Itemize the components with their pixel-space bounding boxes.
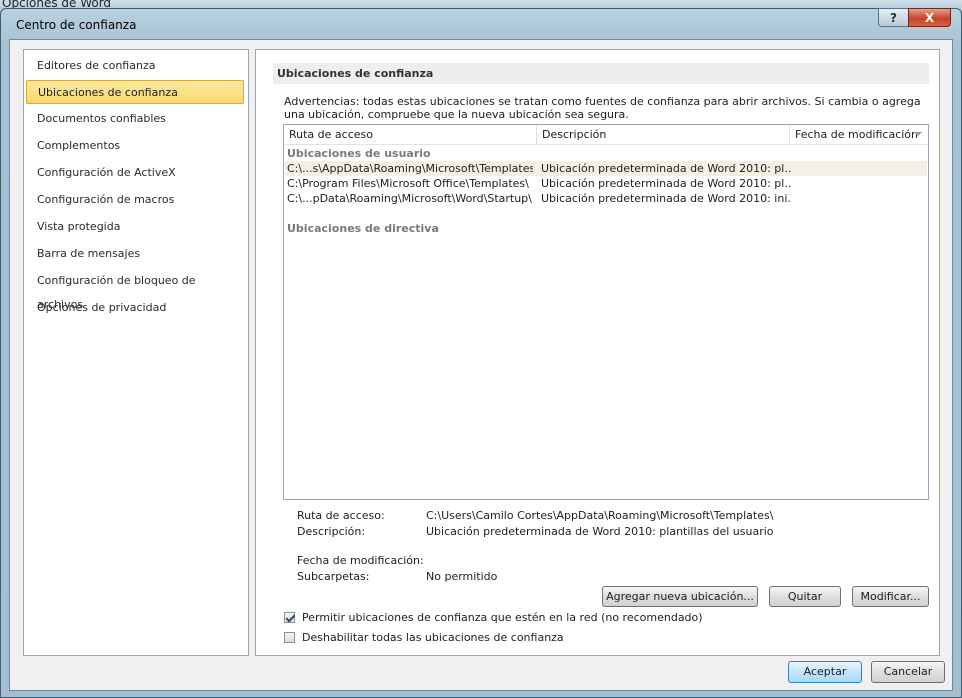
detail-subfolders-value: No permitido	[426, 570, 498, 583]
row-description: Ubicación predeterminada de Word 2010: p…	[541, 177, 791, 190]
nav-item-add-ins[interactable]: Complementos	[26, 134, 244, 158]
trusted-locations-panel: Ubicaciones de confianza Advertencias: t…	[255, 49, 940, 656]
list-header: Ruta de acceso Descripción Fecha de modi…	[284, 125, 928, 145]
allow-network-label: Permitir ubicaciones de confianza que es…	[302, 610, 703, 624]
detail-path-value: C:\Users\Camilo Cortes\AppData\Roaming\M…	[426, 509, 774, 522]
caption-buttons: ? X	[878, 8, 951, 27]
row-description: Ubicación predeterminada de Word 2010: i…	[541, 192, 791, 205]
column-header-date[interactable]: Fecha de modificación	[790, 125, 928, 144]
row-path: C:\...s\AppData\Roaming\Microsoft\Templa…	[287, 162, 533, 175]
dialog-title: Centro de confianza	[16, 18, 137, 32]
section-title: Ubicaciones de confianza	[273, 63, 929, 84]
detail-description-value: Ubicación predeterminada de Word 2010: p…	[426, 525, 774, 538]
location-row[interactable]: C:\Program Files\Microsoft Office\Templa…	[285, 176, 927, 191]
row-description: Ubicación predeterminada de Word 2010: p…	[541, 162, 791, 175]
close-button[interactable]: X	[908, 8, 951, 27]
column-header-path[interactable]: Ruta de acceso	[284, 125, 537, 144]
cancel-button[interactable]: Cancelar	[871, 661, 945, 683]
modify-button[interactable]: Modificar...	[852, 586, 929, 607]
remove-button[interactable]: Quitar	[769, 586, 841, 607]
allow-network-option[interactable]: Permitir ubicaciones de confianza que es…	[284, 610, 703, 624]
nav-item-message-bar[interactable]: Barra de mensajes	[26, 242, 244, 266]
nav-item-file-block-settings[interactable]: Configuración de bloqueo de archivos	[26, 269, 244, 311]
detail-subfolders-label: Subcarpetas:	[297, 570, 370, 583]
group-label-policy: Ubicaciones de directiva	[287, 222, 439, 235]
column-header-date-label: Fecha de modificación	[795, 128, 919, 141]
column-header-description[interactable]: Descripción	[537, 125, 790, 144]
disable-all-label: Deshabilitar todas las ubicaciones de co…	[302, 630, 564, 644]
warning-text: Advertencias: todas estas ubicaciones se…	[284, 95, 921, 121]
disable-all-checkbox[interactable]	[284, 631, 295, 643]
locations-list[interactable]: Ruta de acceso Descripción Fecha de modi…	[283, 124, 929, 500]
trust-center-dialog: Centro de confianza ? X Editores de conf…	[0, 8, 962, 698]
category-nav: Editores de confianza Ubicaciones de con…	[23, 49, 249, 656]
nav-item-trusted-locations[interactable]: Ubicaciones de confianza	[26, 80, 244, 104]
allow-network-checkbox[interactable]	[284, 611, 295, 623]
nav-item-privacy-options[interactable]: Opciones de privacidad	[26, 296, 244, 320]
row-path: C:\...pData\Roaming\Microsoft\Word\Start…	[287, 192, 532, 205]
location-row[interactable]: C:\...s\AppData\Roaming\Microsoft\Templa…	[285, 161, 927, 176]
row-path: C:\Program Files\Microsoft Office\Templa…	[287, 177, 529, 190]
detail-description-label: Descripción:	[297, 525, 366, 538]
add-location-button[interactable]: Agregar nueva ubicación...	[602, 586, 758, 607]
help-icon: ?	[890, 10, 897, 25]
nav-item-macro-settings[interactable]: Configuración de macros	[26, 188, 244, 212]
detail-path-label: Ruta de acceso:	[297, 509, 385, 522]
nav-item-activex-settings[interactable]: Configuración de ActiveX	[26, 161, 244, 185]
nav-item-trusted-publishers[interactable]: Editores de confianza	[26, 54, 244, 78]
nav-item-trusted-documents[interactable]: Documentos confiables	[26, 107, 244, 131]
disable-all-option[interactable]: Deshabilitar todas las ubicaciones de co…	[284, 630, 564, 644]
nav-item-protected-view[interactable]: Vista protegida	[26, 215, 244, 239]
help-button[interactable]: ?	[878, 8, 908, 27]
dialog-client-area: Editores de confianza Ubicaciones de con…	[9, 39, 953, 691]
group-label-user: Ubicaciones de usuario	[287, 147, 431, 160]
sort-arrow-icon	[914, 132, 922, 136]
ok-button[interactable]: Aceptar	[788, 661, 862, 683]
location-row[interactable]: C:\...pData\Roaming\Microsoft\Word\Start…	[285, 191, 927, 206]
detail-date-label: Fecha de modificación:	[297, 554, 424, 567]
close-icon: X	[924, 10, 935, 25]
